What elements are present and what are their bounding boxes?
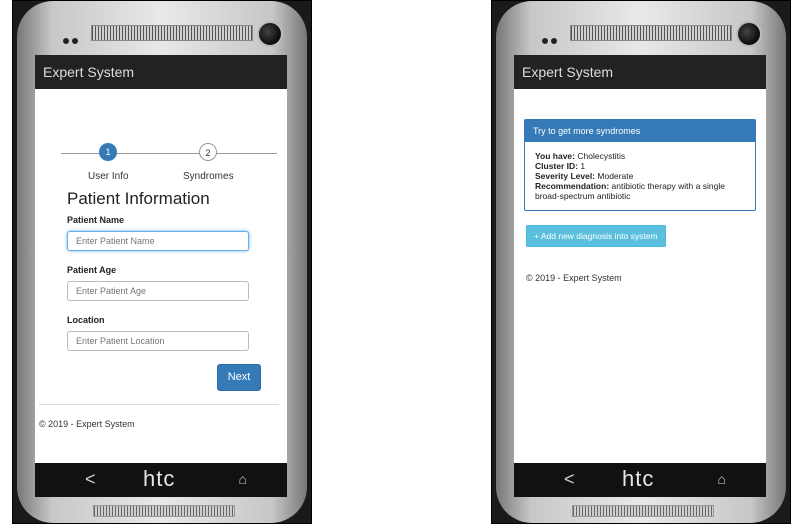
patient-age-input[interactable] <box>67 281 249 301</box>
screen: Expert System 1 2 User Info Syndromes Pa… <box>35 55 287 463</box>
phone-left: Expert System 1 2 User Info Syndromes Pa… <box>12 0 312 524</box>
result-row: Cluster ID: 1 <box>535 161 745 171</box>
htc-logo: htc <box>622 466 655 491</box>
step-1-indicator[interactable]: 1 <box>99 143 117 161</box>
stepper: 1 2 User Info Syndromes <box>35 109 287 182</box>
footer-text: © 2019 - Expert System <box>526 273 622 283</box>
result-value: 1 <box>580 161 586 171</box>
patient-name-input[interactable] <box>67 231 249 251</box>
step-1-label: User Info <box>88 171 129 182</box>
step-2-label: Syndromes <box>183 171 234 182</box>
location-input[interactable] <box>67 331 249 351</box>
speaker-grill <box>570 25 732 41</box>
result-value: Cholecystitis <box>577 151 626 161</box>
bottom-speaker-grill <box>572 505 714 517</box>
stepper-line <box>61 153 277 154</box>
next-button[interactable]: Next <box>217 364 261 391</box>
android-nav-bar: < htc ⌂ <box>514 463 766 497</box>
back-icon[interactable]: < <box>564 469 575 490</box>
home-icon[interactable]: ⌂ <box>239 471 247 487</box>
panel-heading: Try to get more syndromes <box>525 120 755 142</box>
footer-text: © 2019 - Expert System <box>39 419 135 429</box>
app-title: Expert System <box>35 55 287 89</box>
add-diagnosis-button[interactable]: + Add new diagnosis into system <box>526 225 666 247</box>
location-label: Location <box>67 315 105 325</box>
form-heading: Patient Information <box>67 189 210 208</box>
patient-age-label: Patient Age <box>67 265 117 275</box>
result-key: Cluster ID: <box>535 161 578 171</box>
result-value: Moderate <box>597 171 634 181</box>
diagnosis-panel: Try to get more syndromes You have: Chol… <box>524 119 756 211</box>
home-icon[interactable]: ⌂ <box>718 471 726 487</box>
result-key: You have: <box>535 151 575 161</box>
divider <box>39 404 279 405</box>
sensor-dots <box>63 31 81 49</box>
bottom-speaker-grill <box>93 505 235 517</box>
panel-body: You have: Cholecystitis Cluster ID: 1 Se… <box>525 142 755 210</box>
step-2-indicator[interactable]: 2 <box>199 143 217 161</box>
camera-icon <box>257 21 283 47</box>
screen: Expert System Try to get more syndromes … <box>514 55 766 463</box>
htc-logo: htc <box>143 466 176 491</box>
app-title: Expert System <box>514 55 766 89</box>
camera-icon <box>736 21 762 47</box>
patient-form: Patient Information Patient Name Patient… <box>35 189 287 365</box>
result-key: Recommendation: <box>535 181 610 191</box>
speaker-grill <box>91 25 253 41</box>
result-row: Recommendation: antibiotic therapy with … <box>535 181 745 201</box>
android-nav-bar: < htc ⌂ <box>35 463 287 497</box>
result-key: Severity Level: <box>535 171 596 181</box>
back-icon[interactable]: < <box>85 469 96 490</box>
result-row: You have: Cholecystitis <box>535 151 745 161</box>
result-row: Severity Level: Moderate <box>535 171 745 181</box>
sensor-dots <box>542 31 560 49</box>
patient-name-label: Patient Name <box>67 215 125 225</box>
phone-right: Expert System Try to get more syndromes … <box>491 0 791 524</box>
